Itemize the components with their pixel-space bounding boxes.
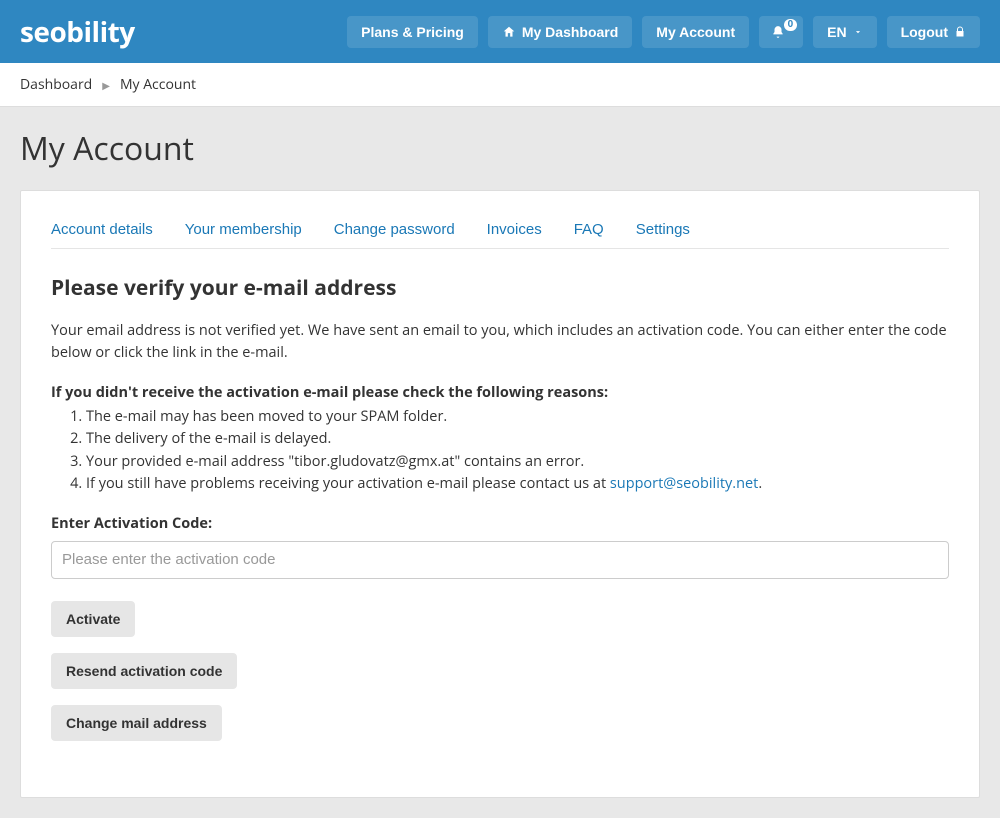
- reason-item: The delivery of the e-mail is delayed.: [86, 428, 949, 450]
- account-tabs: Account details Your membership Change p…: [51, 221, 949, 249]
- reason4-suffix: .: [758, 474, 762, 493]
- change-mail-button[interactable]: Change mail address: [51, 705, 222, 741]
- bell-icon: [771, 25, 785, 39]
- reason-item: Your provided e-mail address "tibor.glud…: [86, 451, 949, 473]
- breadcrumb-separator-icon: ▶: [102, 78, 110, 92]
- reason-item: If you still have problems receiving you…: [86, 473, 949, 495]
- verify-intro: Your email address is not verified yet. …: [51, 320, 949, 365]
- chevron-down-icon: [853, 27, 863, 37]
- my-dashboard-label: My Dashboard: [522, 24, 618, 40]
- my-dashboard-button[interactable]: My Dashboard: [488, 16, 632, 48]
- plans-pricing-button[interactable]: Plans & Pricing: [347, 16, 478, 48]
- notifications-button[interactable]: 0: [759, 16, 803, 48]
- notification-badge: 0: [784, 19, 798, 31]
- activation-code-input[interactable]: [51, 541, 949, 579]
- home-icon: [502, 25, 516, 39]
- activation-code-label: Enter Activation Code:: [51, 514, 949, 533]
- tab-membership[interactable]: Your membership: [185, 221, 302, 238]
- resend-activation-button[interactable]: Resend activation code: [51, 653, 237, 689]
- breadcrumb-current: My Account: [120, 75, 196, 94]
- breadcrumb-root[interactable]: Dashboard: [20, 75, 92, 94]
- reasons-title: If you didn't receive the activation e-m…: [51, 383, 949, 402]
- reason4-prefix: If you still have problems receiving you…: [86, 474, 610, 493]
- reason-item: The e-mail may has been moved to your SP…: [86, 406, 949, 428]
- my-account-button[interactable]: My Account: [642, 16, 749, 48]
- top-navbar: seobility Plans & Pricing My Dashboard M…: [0, 0, 1000, 63]
- support-email-link[interactable]: support@seobility.net: [610, 474, 758, 493]
- language-label: EN: [827, 24, 846, 40]
- account-panel: Account details Your membership Change p…: [20, 190, 980, 798]
- verify-heading: Please verify your e-mail address: [51, 274, 949, 302]
- tab-change-password[interactable]: Change password: [334, 221, 455, 238]
- tab-invoices[interactable]: Invoices: [487, 221, 542, 238]
- tab-faq[interactable]: FAQ: [574, 221, 604, 238]
- lock-icon: [954, 26, 966, 38]
- tab-settings[interactable]: Settings: [636, 221, 690, 238]
- page-title: My Account: [20, 127, 980, 170]
- reasons-list: The e-mail may has been moved to your SP…: [86, 406, 949, 496]
- breadcrumb: Dashboard ▶ My Account: [0, 63, 1000, 107]
- logout-label: Logout: [901, 24, 948, 40]
- tab-account-details[interactable]: Account details: [51, 221, 153, 238]
- language-selector[interactable]: EN: [813, 16, 876, 48]
- brand-logo[interactable]: seobility: [20, 13, 135, 51]
- activate-button[interactable]: Activate: [51, 601, 135, 637]
- logout-button[interactable]: Logout: [887, 16, 980, 48]
